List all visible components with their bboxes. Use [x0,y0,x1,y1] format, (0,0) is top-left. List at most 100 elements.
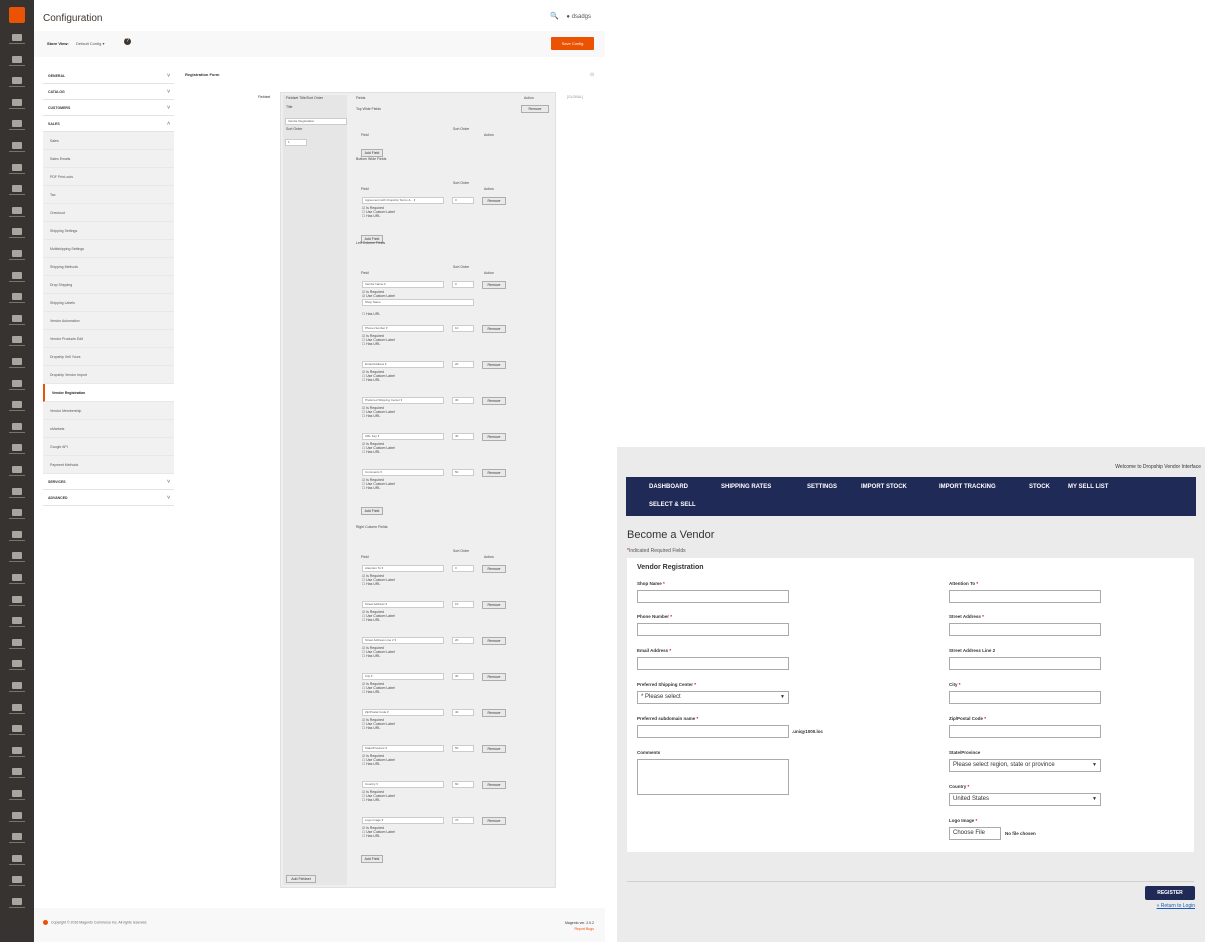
field-sort-input[interactable]: 20 [452,361,474,368]
field-sort-input[interactable]: 10 [452,325,474,332]
delete-field-button[interactable]: Remove [482,197,506,205]
nav-menu-icon[interactable] [8,142,26,156]
field-select[interactable]: City ▾ [362,673,444,680]
field-select[interactable]: Phone Number ▾ [362,325,444,332]
delete-field-button[interactable]: Remove [482,673,506,681]
field-sort-input[interactable]: 20 [452,637,474,644]
config-item[interactable]: Dropship Sell Yours [43,348,174,366]
field-sort-input[interactable]: 50 [452,745,474,752]
field-sort-input[interactable]: 50 [452,469,474,476]
nav-menu-icon[interactable] [8,77,26,91]
registration-form-title[interactable]: Registration Form [185,72,219,77]
section-collapse-icon[interactable]: ⊙ [590,72,594,78]
nav-menu-icon[interactable] [8,358,26,372]
nav-menu-icon[interactable] [8,617,26,631]
has-url-checkbox[interactable]: ☐ Has URL [362,342,380,346]
nav-menu-icon[interactable] [8,790,26,804]
store-view-switcher[interactable]: Default Config ▾ [76,41,104,46]
custom-label-input[interactable]: Shop Name [362,299,474,306]
config-item[interactable]: Drop Shipping [43,276,174,294]
field-sort-input[interactable]: 30 [452,673,474,680]
field-sort-input[interactable]: 0 [452,565,474,572]
custom-label-checkbox[interactable]: ☑ Use Custom Label [362,294,395,298]
nav-menu-icon[interactable] [8,271,26,286]
field-select[interactable]: Attention To ▾ [362,565,444,572]
config-section-customers[interactable]: CUSTOMERS ˅ [43,100,174,116]
config-item[interactable]: Google API [43,438,174,456]
nav-menu-icon[interactable] [8,163,26,178]
vendor-nav-import-stock[interactable]: IMPORT STOCK [861,484,907,490]
config-section-sales[interactable]: SALES ˄ [43,116,174,132]
has-url-checkbox[interactable]: ☐ Has URL [362,582,380,586]
save-config-button[interactable]: Save Config [551,37,594,50]
has-url-checkbox[interactable]: ☐ Has URL [362,654,380,658]
field-sort-input[interactable]: 40 [452,433,474,440]
field-sort-input[interactable]: 30 [452,397,474,404]
delete-field-button[interactable]: Remove [482,281,506,289]
add-field-button[interactable]: Add Field [361,149,383,157]
nav-menu-icon[interactable] [8,703,26,718]
help-icon[interactable]: ? [124,38,131,45]
nav-menu-icon[interactable] [8,574,26,588]
nav-menu-icon[interactable] [8,811,26,826]
config-item[interactable]: Sales Emails [43,150,174,168]
config-item[interactable]: Shipping Labels [43,294,174,312]
field-sort-input[interactable]: 60 [452,781,474,788]
zip-postal-code-input[interactable] [949,725,1101,738]
field-select[interactable]: Email Address ▾ [362,361,444,368]
field-sort-input[interactable]: 10 [452,601,474,608]
config-section-general[interactable]: GENERAL ˅ [43,68,174,84]
add-field-button[interactable]: Add Field [361,855,383,863]
config-section-services[interactable]: SERVICES ˅ [43,474,174,490]
has-url-checkbox[interactable]: ☐ Has URL [362,214,380,218]
nav-menu-icon[interactable] [8,120,26,134]
field-select[interactable]: Street Address ▾ [362,601,444,608]
nav-menu-icon[interactable] [8,401,26,415]
nav-menu-icon[interactable] [8,379,26,394]
nav-menu-icon[interactable] [8,422,26,437]
has-url-checkbox[interactable]: ☐ Has URL [362,726,380,730]
nav-menu-icon[interactable] [8,185,26,199]
delete-field-button[interactable]: Remove [482,433,506,441]
shop-name-input[interactable] [637,590,789,603]
nav-menu-icon[interactable] [8,746,26,761]
has-url-checkbox[interactable]: ☐ Has URL [362,414,380,418]
config-item[interactable]: Payment Methods [43,456,174,474]
nav-menu-icon[interactable] [8,466,26,480]
config-item[interactable]: Tax [43,186,174,204]
nav-menu-icon[interactable] [8,660,26,674]
nav-menu-icon[interactable] [8,206,26,221]
vendor-nav-dashboard[interactable]: DASHBOARD [649,484,688,490]
field-select[interactable]: Preferred Shipping Center ▾ [362,397,444,404]
field-sort-input[interactable]: 40 [452,709,474,716]
nav-menu-icon[interactable] [8,854,26,869]
magento-logo-icon[interactable] [9,7,25,23]
config-item[interactable]: Checkout [43,204,174,222]
delete-field-button[interactable]: Remove [482,709,506,717]
nav-menu-icon[interactable] [8,55,26,70]
user-icon[interactable]: ● [566,14,570,20]
delete-field-button[interactable]: Remove [482,361,506,369]
register-button[interactable]: REGISTER [1145,886,1195,900]
nav-menu-icon[interactable] [8,768,26,782]
nav-menu-icon[interactable] [8,34,26,48]
field-select[interactable]: Vendor Name ▾ [362,281,444,288]
preferred-shipping-center-select[interactable]: * Please select ▼ [637,691,789,704]
fieldset-sort-input[interactable]: 1 [285,139,307,146]
phone-number-input[interactable] [637,623,789,636]
add-fieldset-button[interactable]: Add Fieldset [286,875,316,883]
field-select[interactable]: Logo Image ▾ [362,817,444,824]
field-sort-input[interactable]: 0 [452,197,474,204]
config-section-catalog[interactable]: CATALOG ˅ [43,84,174,100]
field-select[interactable]: State/Province ▾ [362,745,444,752]
vendor-nav-import-tracking[interactable]: IMPORT TRACKING [939,484,996,490]
config-item[interactable]: Shipping Settings [43,222,174,240]
has-url-checkbox[interactable]: ☐ Has URL [362,762,380,766]
nav-menu-icon[interactable] [8,530,26,545]
nav-menu-icon[interactable] [8,444,26,458]
nav-menu-icon[interactable] [8,833,26,847]
nav-menu-icon[interactable] [8,509,26,523]
return-to-login-link[interactable]: « Return to Login [1157,903,1195,909]
has-url-checkbox[interactable]: ☐ Has URL [362,618,380,622]
delete-field-button[interactable]: Remove [482,637,506,645]
